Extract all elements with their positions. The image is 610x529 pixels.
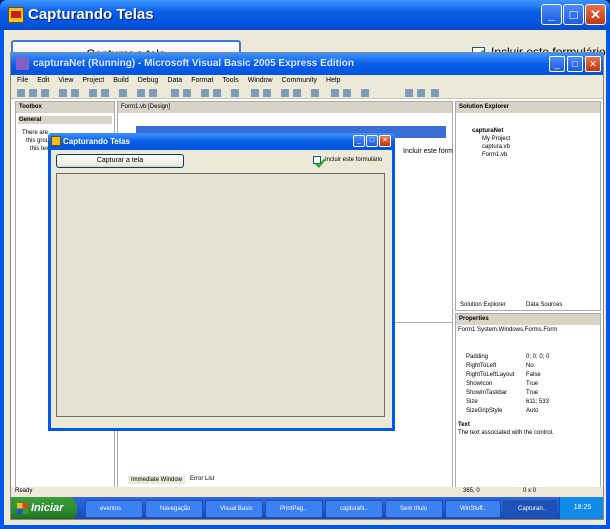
vs-menu: File Edit View Project Build Debug Data Format T…	[11, 75, 603, 87]
inner-picture-box	[56, 173, 385, 417]
properties-pane: Properties Form1 System.Windows.Forms.Fo…	[455, 313, 601, 491]
taskbar-item: Sem título	[385, 500, 443, 518]
taskbar-item: capturaN..	[325, 500, 383, 518]
vs-toolbar	[11, 87, 603, 99]
designer-include-text: Incluir este form	[403, 148, 453, 155]
vs-icon	[16, 57, 29, 70]
toolbox-text: this grou	[26, 138, 50, 144]
inner-close-icon: ✕	[379, 135, 391, 147]
prop-value: False	[526, 372, 541, 378]
taskbar-item: WinStuff..	[445, 500, 501, 518]
vs-maximize-icon: □	[567, 56, 583, 72]
vs-close-icon: ✕	[585, 56, 601, 72]
system-tray-clock: 18:25	[559, 497, 603, 519]
prop-desc: The text associated with the control.	[458, 430, 554, 436]
main-window: Capturando Telas _ □ ✕ Capturar a tela I…	[0, 0, 610, 529]
error-list-tab: Error List	[190, 476, 215, 482]
minimize-button[interactable]: _	[541, 4, 562, 25]
solution-explorer-title: Solution Explorer	[456, 102, 600, 113]
prop-name: ShowIcon	[466, 381, 493, 387]
prop-name: ShowInTaskbar	[466, 390, 508, 396]
data-sources-tab: Data Sources	[526, 302, 563, 308]
prop-name: RightToLeft	[466, 363, 497, 369]
inner-minimize-icon: _	[353, 135, 365, 147]
solution-item: captura.vb	[482, 144, 511, 150]
solution-explorer-pane: Solution Explorer capturaNet My Project …	[455, 101, 601, 311]
inner-capture-button: Capturar a tela	[56, 154, 184, 168]
status-pos: 365, 0	[463, 488, 480, 494]
doc-tabs: Form1.vb [Design]	[118, 102, 452, 113]
prop-name: RightToLeftLayout	[466, 372, 515, 378]
window-title: Capturando Telas	[28, 6, 154, 23]
captured-screen-image: capturaNet (Running) - Microsoft Visual …	[10, 52, 604, 520]
prop-value: 611; 533	[526, 399, 549, 405]
prop-value: True	[526, 381, 539, 387]
taskbar-item: Navegação	[145, 500, 203, 518]
close-button[interactable]: ✕	[585, 4, 606, 25]
title-bar: Capturando Telas _ □ ✕	[0, 0, 610, 30]
prop-name: Size	[466, 399, 478, 405]
inner-client: Capturar a tela Incluir este formulário	[51, 150, 392, 428]
solution-item: Form1.vb	[482, 152, 508, 158]
status-size: 0 x 0	[523, 488, 537, 494]
solution-item: My Project	[482, 136, 511, 142]
prop-value: No	[526, 363, 534, 369]
status-ready: Ready	[15, 488, 33, 494]
vs-status-bar: Ready 365, 0 0 x 0	[11, 487, 603, 497]
start-button: Iniciar	[11, 497, 77, 519]
toolbox-text: There are	[22, 130, 49, 136]
inner-app-icon	[51, 136, 61, 146]
inner-window: Capturando Telas _ □ ✕ Capturar a tela I…	[48, 133, 395, 431]
maximize-button[interactable]: □	[563, 4, 584, 25]
inner-maximize-icon: □	[366, 135, 378, 147]
taskbar-item: Capturan..	[503, 500, 557, 518]
inner-title: Capturando Telas	[48, 133, 395, 150]
taskbar: Iniciar eventos Navegação Visual Basic P…	[11, 497, 603, 519]
solution-item: capturaNet	[472, 128, 504, 134]
taskbar-item: Visual Basic	[205, 500, 263, 518]
toolbox-text: this tex	[30, 146, 50, 152]
prop-desc-title: Text	[458, 422, 470, 428]
taskbar-item: eventos	[85, 500, 143, 518]
properties-object: Form1 System.Windows.Forms.Form	[458, 327, 558, 333]
prop-value: 0; 0; 0; 0	[526, 354, 550, 360]
vs-minimize-icon: _	[549, 56, 565, 72]
toolbox-general: General	[18, 116, 112, 124]
properties-title: Properties	[456, 314, 600, 325]
vs-title: capturaNet (Running) - Microsoft Visual …	[11, 53, 603, 75]
prop-value: True	[526, 390, 539, 396]
solution-tab: Solution Explorer	[460, 302, 506, 308]
inner-checkbox	[313, 156, 321, 164]
toolbox-title: Toolbox	[16, 102, 114, 113]
prop-value: Auto	[526, 408, 539, 414]
prop-name: SizeGripStyle	[466, 408, 503, 414]
prop-name: Padding	[466, 354, 489, 360]
taskbar-item: PrintPag..	[265, 500, 323, 518]
immediate-tab: Immediate Window	[128, 476, 186, 484]
app-icon	[8, 7, 24, 23]
inner-checkbox-label: Incluir este formulário	[325, 157, 383, 163]
